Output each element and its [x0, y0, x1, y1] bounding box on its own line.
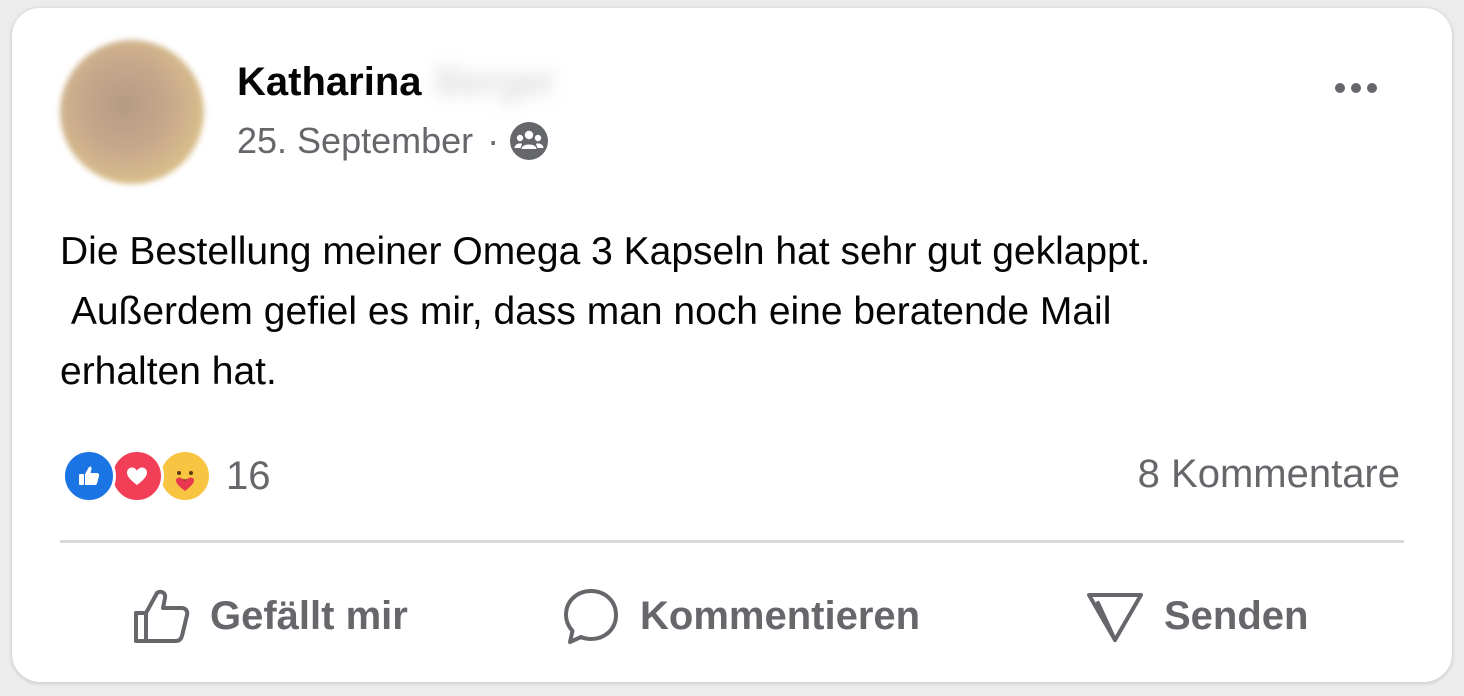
thumbs-up-icon — [134, 589, 190, 643]
divider — [60, 540, 1404, 543]
friends-icon[interactable] — [509, 121, 549, 161]
author-first-name[interactable]: Katharina — [237, 60, 422, 104]
like-reaction-icon — [62, 449, 116, 503]
post-text: Die Bestellung meiner Omega 3 Kapseln ha… — [60, 230, 1151, 393]
post-meta: 25. September · — [237, 120, 549, 162]
love-reaction-icon — [110, 449, 164, 503]
more-options-icon[interactable] — [1326, 70, 1386, 106]
send-icon — [1087, 593, 1143, 642]
like-button[interactable]: Gefällt mir — [130, 580, 408, 652]
post-card: Katharina Berger 25. September · Die Best… — [12, 8, 1452, 682]
send-button-label: Senden — [1164, 593, 1309, 638]
author-last-name-blurred: Berger — [435, 60, 556, 104]
meta-separator: · — [487, 120, 500, 161]
author-avatar[interactable] — [60, 40, 204, 184]
post-date[interactable]: 25. September — [237, 120, 473, 162]
comment-button-label: Kommentieren — [640, 593, 921, 638]
comment-button[interactable]: Kommentieren — [560, 580, 920, 652]
like-button-label: Gefällt mir — [210, 593, 408, 638]
send-button[interactable]: Senden — [1084, 580, 1308, 652]
reaction-count[interactable]: 16 — [226, 454, 271, 499]
comment-bubble-icon — [564, 589, 618, 644]
comments-count[interactable]: 8 Kommentare — [1138, 452, 1400, 497]
care-reaction-icon — [158, 449, 212, 503]
reaction-summary[interactable]: 16 — [62, 448, 271, 504]
author-name[interactable]: Katharina Berger — [237, 60, 556, 105]
